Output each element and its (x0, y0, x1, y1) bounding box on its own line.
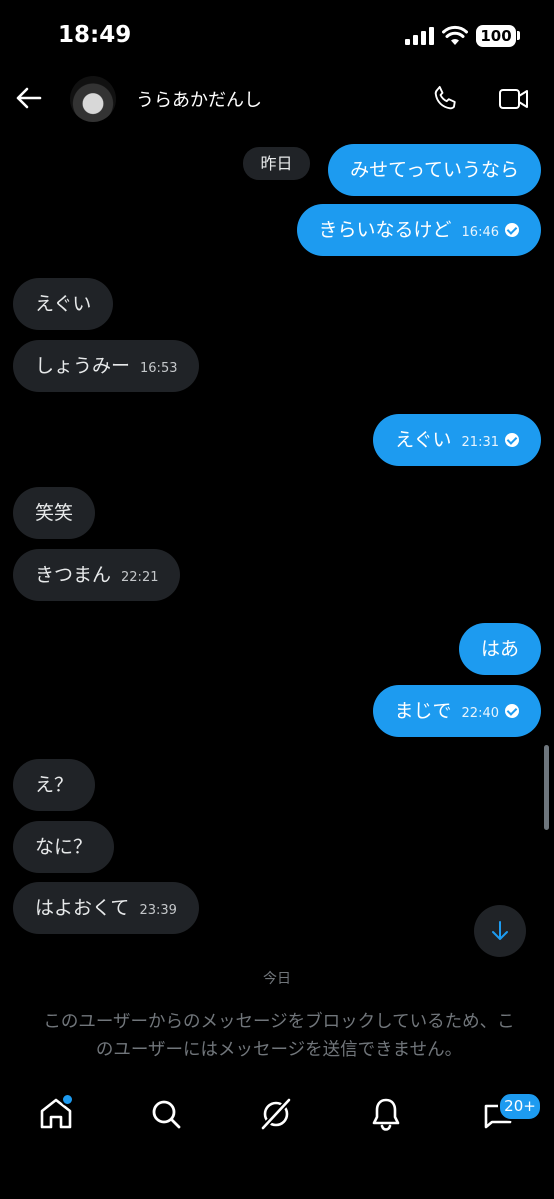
message-text: なに？ (35, 836, 93, 858)
message-text: え？ (35, 774, 74, 796)
message-bubble-outgoing[interactable]: きらいなるけど 16:46 (296, 204, 541, 256)
battery-level: 100 (476, 25, 516, 47)
message-bubble-outgoing[interactable]: はあ (458, 623, 541, 675)
grok-icon[interactable] (256, 1094, 296, 1134)
date-chip: 昨日 (243, 147, 310, 180)
signal-icon (405, 27, 434, 45)
message-text: しょうみー (35, 355, 131, 377)
notifications-bell-icon[interactable] (366, 1094, 406, 1134)
battery-icon (517, 31, 520, 40)
message-text: きらいなるけど (318, 219, 452, 241)
avatar[interactable] (70, 76, 116, 122)
message-bubble-outgoing[interactable]: えぐい 21:31 (373, 414, 541, 466)
video-call-icon[interactable] (498, 86, 530, 112)
message-time: 21:31 (461, 435, 499, 450)
read-check-icon (505, 703, 519, 718)
today-label: 今日 (263, 971, 291, 987)
message-bubble-outgoing[interactable]: まじで 22:40 (372, 685, 541, 737)
message-bubble-incoming[interactable]: しょうみー 16:53 (13, 340, 200, 392)
conversation-title[interactable]: うらあかだんし (136, 86, 262, 112)
messages-badge: 20+ (498, 1092, 542, 1121)
wifi-icon (442, 25, 468, 45)
read-check-icon (505, 432, 519, 447)
scroll-to-bottom-button[interactable] (474, 905, 526, 957)
message-bubble-incoming[interactable]: きつまん 22:21 (13, 549, 181, 601)
message-bubble-incoming[interactable]: え？ (13, 759, 96, 811)
read-check-icon (505, 222, 519, 237)
message-text: まじで (394, 700, 452, 722)
message-text: はあ (480, 638, 519, 660)
arrow-down-icon (492, 921, 508, 940)
message-text: みせてっていうなら (350, 159, 519, 181)
message-time: 22:21 (121, 570, 159, 585)
message-time: 23:39 (139, 903, 177, 918)
back-arrow-icon[interactable] (14, 86, 42, 110)
message-time: 16:46 (461, 225, 499, 240)
message-text: えぐい (35, 293, 92, 315)
status-time: 18:49 (58, 22, 132, 48)
message-text: はよおくて (35, 897, 130, 919)
message-text: きつまん (35, 564, 112, 586)
message-time: 16:53 (140, 361, 178, 376)
phone-icon[interactable] (432, 84, 460, 112)
message-bubble-incoming[interactable]: えぐい (13, 278, 114, 330)
message-time: 22:40 (461, 706, 499, 721)
message-bubble-incoming[interactable]: はよおくて 23:39 (13, 882, 199, 934)
blocked-notice: このユーザーからのメッセージをブロックしているため、このユーザーにはメッセージを… (43, 1012, 515, 1060)
search-icon[interactable] (146, 1094, 186, 1134)
message-bubble-outgoing[interactable]: みせてっていうなら (328, 144, 541, 196)
message-text: えぐい (395, 429, 452, 451)
message-text: 笑笑 (35, 502, 74, 524)
notification-dot (61, 1093, 74, 1106)
scrollbar[interactable] (544, 745, 549, 830)
message-bubble-incoming[interactable]: なに？ (13, 821, 115, 873)
message-bubble-incoming[interactable]: 笑笑 (13, 487, 96, 539)
